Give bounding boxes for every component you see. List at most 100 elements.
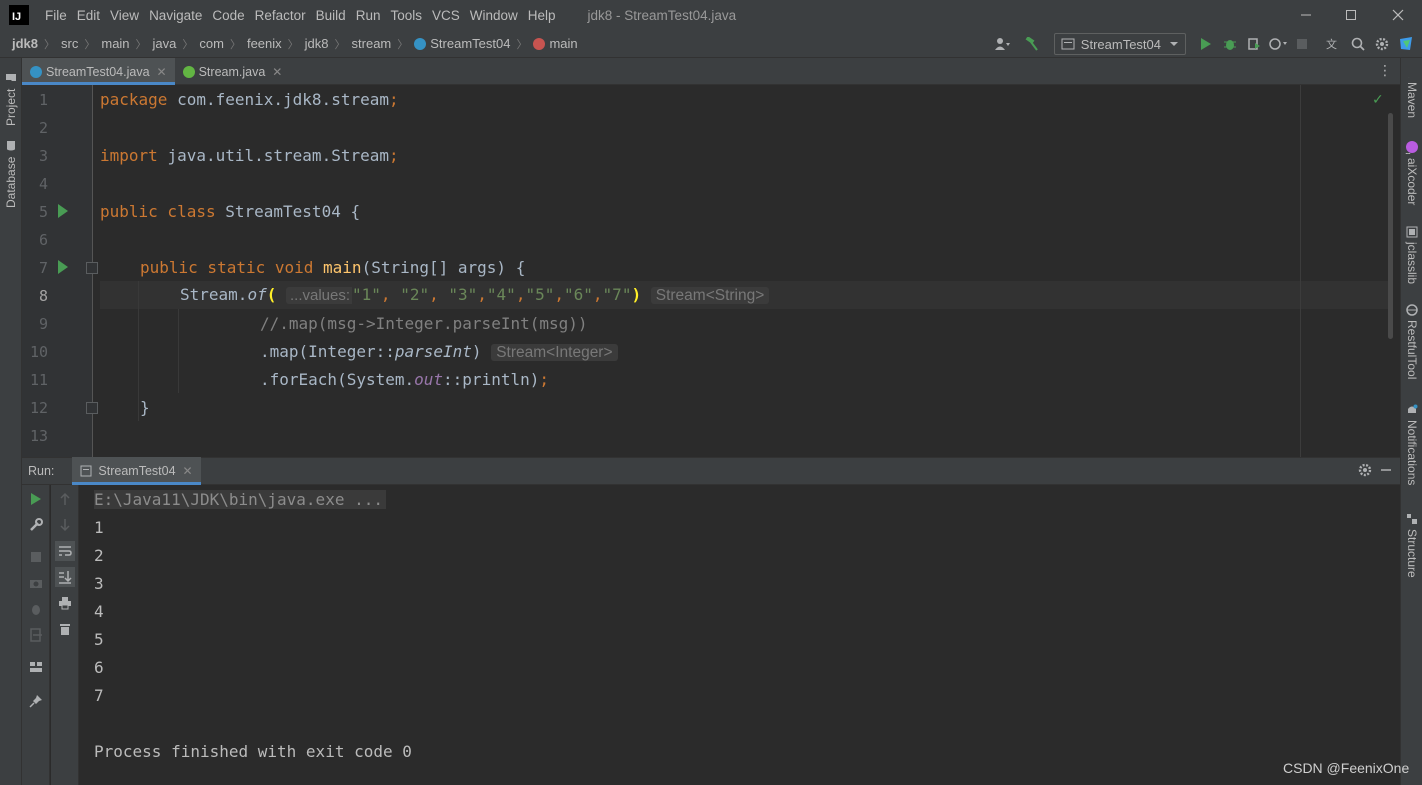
breadcrumb-item[interactable]: com	[199, 36, 224, 51]
fold-icon[interactable]	[86, 262, 98, 274]
scroll-down-button[interactable]	[55, 515, 75, 535]
edit-config-button[interactable]	[26, 515, 46, 535]
more-tabs-icon[interactable]: ⋮	[1378, 62, 1392, 79]
run-configuration-select[interactable]: StreamTest04	[1053, 33, 1186, 55]
tab-structure[interactable]: Structure	[1401, 513, 1422, 583]
code-area[interactable]: package com.feenix.jdk8.stream; import j…	[100, 85, 1390, 457]
pin-icon	[29, 695, 42, 708]
tab-database[interactable]: Database	[0, 138, 22, 208]
breadcrumb-item[interactable]: stream	[352, 36, 392, 51]
menu-refactor[interactable]: Refactor	[255, 8, 306, 23]
coverage-button[interactable]	[1242, 32, 1266, 56]
tab-aixcoder[interactable]: ∞ aiXcoder	[1401, 140, 1422, 210]
breadcrumb-item[interactable]: jdk8	[12, 36, 38, 51]
stop-button[interactable]	[1290, 32, 1314, 56]
menu-tools[interactable]: Tools	[390, 8, 422, 23]
breadcrumb-method[interactable]: main	[549, 36, 577, 51]
clear-console-button[interactable]	[55, 619, 75, 639]
bug-icon	[32, 605, 40, 615]
editor-tab-stream[interactable]: Stream.java ✕	[175, 58, 291, 85]
method-name: main	[323, 258, 362, 277]
menu-run[interactable]: Run	[356, 8, 381, 23]
stop-button[interactable]	[26, 547, 46, 567]
close-tab-icon[interactable]: ✕	[157, 65, 167, 79]
menu-view[interactable]: View	[110, 8, 139, 23]
tab-notifications[interactable]: Notifications	[1401, 404, 1422, 494]
string-literal: "6"	[564, 285, 593, 304]
profiler-button[interactable]	[1266, 32, 1290, 56]
structure-icon	[1407, 514, 1417, 524]
punctuation: ;	[389, 146, 399, 165]
wrench-icon	[30, 518, 43, 531]
editor-tab-label: StreamTest04.java	[46, 64, 150, 79]
thread-dump-button[interactable]	[26, 573, 46, 593]
identifier: StreamTest04 {	[225, 202, 361, 221]
run-gutter-icon[interactable]	[58, 260, 68, 274]
punctuation: ,	[477, 285, 487, 304]
breadcrumb-item[interactable]: src	[61, 36, 78, 51]
pin-tab-button[interactable]	[26, 691, 46, 711]
maximize-button[interactable]	[1328, 0, 1374, 30]
plugin-logo-button[interactable]	[1394, 32, 1418, 56]
close-tab-icon[interactable]: ✕	[183, 464, 193, 478]
menu-navigate[interactable]: Navigate	[149, 8, 202, 23]
breadcrumb-item[interactable]: jdk8	[305, 36, 329, 51]
minimize-icon	[1381, 469, 1391, 471]
breadcrumb-class[interactable]: StreamTest04	[430, 36, 510, 51]
menu-file[interactable]: File	[45, 8, 67, 23]
punctuation: ,	[592, 285, 603, 304]
minimize-button[interactable]	[1283, 0, 1329, 30]
translate-button[interactable]: 文	[1322, 32, 1346, 56]
code-editor[interactable]: 1 2 3 4 5 6 7 8 9 10 11 12 13 package co…	[22, 85, 1400, 457]
layout-button[interactable]	[26, 657, 46, 677]
menu-vcs[interactable]: VCS	[432, 8, 460, 23]
rerun-button[interactable]	[26, 489, 46, 509]
no-problems-check-icon[interactable]: ✓	[1372, 91, 1384, 108]
tab-jclasslib[interactable]: jclasslib	[1401, 226, 1422, 288]
search-button[interactable]	[1346, 32, 1370, 56]
method-reference: parseInt	[394, 342, 472, 361]
settings-button[interactable]	[1370, 32, 1394, 56]
editor-tab-streamtest04[interactable]: StreamTest04.java ✕	[22, 58, 175, 85]
tab-restfultool[interactable]: RestfulTool	[1401, 304, 1422, 384]
breadcrumb-item[interactable]: feenix	[247, 36, 282, 51]
menu-window[interactable]: Window	[470, 8, 518, 23]
database-icon	[7, 140, 15, 151]
breadcrumb-item[interactable]: java	[153, 36, 177, 51]
run-button[interactable]	[1194, 32, 1218, 56]
debug-button[interactable]	[26, 599, 46, 619]
close-window-button[interactable]	[1375, 0, 1421, 30]
run-settings-button[interactable]	[1358, 463, 1372, 480]
menu-edit[interactable]: Edit	[77, 8, 100, 23]
fold-icon[interactable]	[86, 402, 98, 414]
soft-wrap-button[interactable]	[55, 541, 75, 561]
tab-maven[interactable]: m Maven	[1401, 66, 1422, 126]
close-tab-icon[interactable]: ✕	[272, 65, 282, 79]
exit-button[interactable]	[26, 625, 46, 645]
run-tab-streamtest04[interactable]: StreamTest04 ✕	[72, 457, 201, 485]
arrow-up-icon	[60, 492, 70, 505]
code-line-11: .forEach(System.out::println);	[260, 366, 549, 394]
editor-scrollbar[interactable]	[1388, 113, 1393, 339]
scroll-up-button[interactable]	[55, 489, 75, 509]
run-gutter-icon[interactable]	[58, 204, 68, 218]
scroll-to-end-button[interactable]	[55, 567, 75, 587]
hide-panel-button[interactable]	[1380, 464, 1392, 479]
menu-build[interactable]: Build	[316, 8, 346, 23]
debug-button[interactable]	[1218, 32, 1242, 56]
chevron-right-icon: 〉	[287, 38, 299, 51]
intellij-logo-icon[interactable]: IJ	[9, 5, 29, 25]
run-console[interactable]: E:\Java11\JDK\bin\java.exe ... 1 2 3 4 5…	[80, 485, 1400, 785]
user-icon[interactable]	[990, 32, 1014, 56]
menu-help[interactable]: Help	[528, 8, 556, 23]
bell-icon	[1408, 404, 1418, 413]
watermark: CSDN @FeenixOne	[1283, 760, 1410, 776]
print-button[interactable]	[55, 593, 75, 613]
identifier: )	[471, 342, 482, 361]
code-line-1: package com.feenix.jdk8.stream;	[100, 86, 399, 114]
breadcrumb-item[interactable]: main	[101, 36, 129, 51]
menu-code[interactable]: Code	[212, 8, 244, 23]
build-hammer-icon[interactable]	[1020, 32, 1044, 56]
tab-project[interactable]: Project	[0, 64, 22, 126]
svg-text:文: 文	[1326, 37, 1337, 51]
